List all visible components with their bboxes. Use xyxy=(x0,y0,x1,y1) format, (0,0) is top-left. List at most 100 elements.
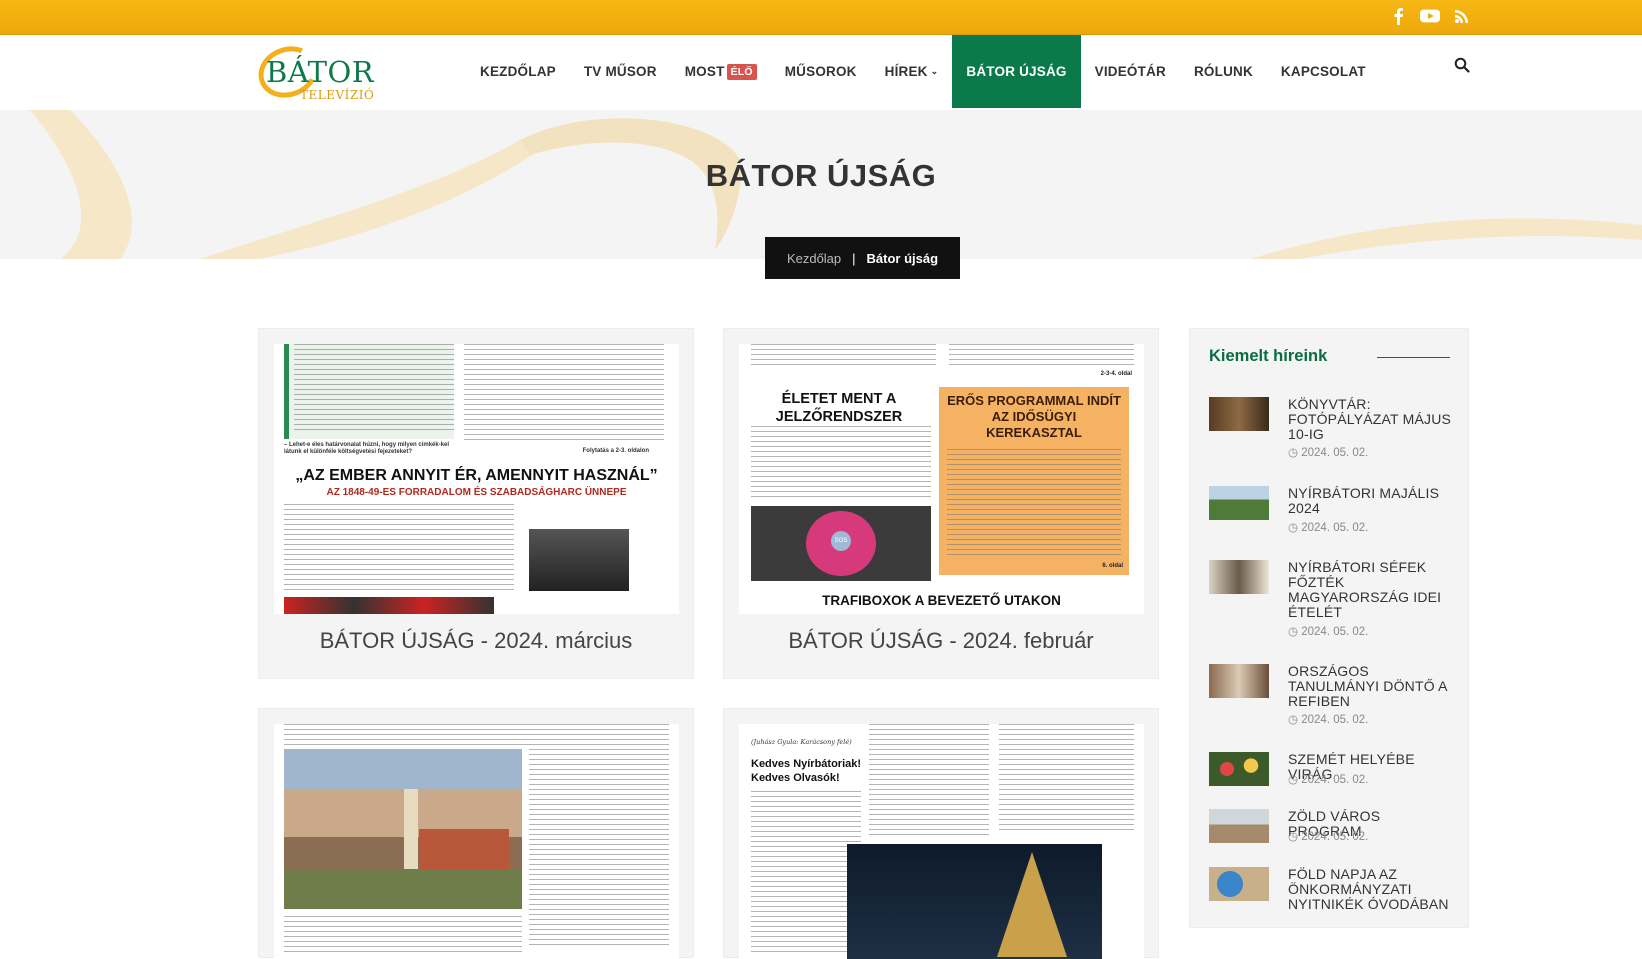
newspaper-cover-image: – Lehet-e éles határvonalat húzni, hogy … xyxy=(274,344,679,614)
logo-subtitle: TELEVÍZIÓ xyxy=(300,88,375,102)
news-item[interactable]: ZÖLD VÁROS PROGRAM ◷ 2024. 05. 02. xyxy=(1209,809,1454,844)
top-bar xyxy=(0,0,1642,35)
sidebar-title: Kiemelt híreink xyxy=(1209,347,1328,365)
cover-headline-left: ÉLETET MENT A JELZŐRENDSZER xyxy=(775,391,903,425)
menu: KEZDŐLAP TV MŰSOR MOST ÉLŐ MŰSOROK HÍREK ⌄… xyxy=(466,35,1380,110)
clock-icon: ◷ xyxy=(1288,831,1302,843)
menu-item-most-elo[interactable]: MOST ÉLŐ xyxy=(671,35,771,108)
news-thumbnail xyxy=(1209,752,1269,786)
news-item[interactable]: KÖNYVTÁR: FOTÓPÁLYÁZAT MÁJUS 10-IG ◷ 202… xyxy=(1209,397,1454,459)
news-thumbnail xyxy=(1209,809,1269,843)
cover-text-block xyxy=(947,449,1121,559)
christmas-tree xyxy=(997,852,1067,957)
menu-item-label: KEZDŐLAP xyxy=(480,64,556,79)
menu-item-musorok[interactable]: MŰSOROK xyxy=(771,35,871,108)
cover-text-block xyxy=(751,791,861,956)
menu-item-kapcsolat[interactable]: KAPCSOLAT xyxy=(1267,35,1380,108)
news-item[interactable]: FÖLD NAPJA AZ ÖNKORMÁNYZATI NYITNIKÉK ÓV… xyxy=(1209,867,1454,927)
cover-greeting-2: Kedves Olvasók! xyxy=(751,772,840,784)
news-thumbnail xyxy=(1209,486,1269,520)
news-date: ◷ 2024. 05. 02. xyxy=(1288,626,1369,638)
cover-text-block xyxy=(284,504,514,594)
menu-item-kezdolap[interactable]: KEZDŐLAP xyxy=(466,35,570,108)
menu-item-label: MŰSOROK xyxy=(784,64,857,79)
cover-page-ref: 2-3-4. oldal xyxy=(1100,371,1132,377)
news-item[interactable]: NYÍRBÁTORI MAJÁLIS 2024 ◷ 2024. 05. 02. xyxy=(1209,486,1454,534)
facebook-icon[interactable] xyxy=(1388,6,1408,26)
news-date: ◷ 2024. 05. 02. xyxy=(1288,522,1369,534)
menu-item-rolunk[interactable]: RÓLUNK xyxy=(1180,35,1267,108)
news-title[interactable]: KÖNYVTÁR: FOTÓPÁLYÁZAT MÁJUS 10-IG xyxy=(1288,397,1454,442)
news-date: ◷ 2024. 05. 02. xyxy=(1288,447,1369,459)
main-navigation: BÁTOR TELEVÍZIÓ KEZDŐLAP TV MŰSOR MOST ÉL… xyxy=(0,35,1642,110)
menu-item-label: MOST xyxy=(684,64,725,79)
cover-photo xyxy=(847,844,1102,959)
cover-text-block xyxy=(284,724,669,746)
page-title: BÁTOR ÚJSÁG xyxy=(705,158,937,193)
cover-photo xyxy=(529,529,629,591)
chevron-down-icon: ⌄ xyxy=(930,66,939,76)
menu-item-bator-ujsag[interactable]: BÁTOR ÚJSÁG xyxy=(952,35,1081,108)
cover-photo-strip xyxy=(284,597,494,614)
newspaper-card-4[interactable]: (Juhász Gyula: Karácsony felé) Kedves Ny… xyxy=(723,708,1159,959)
menu-item-label: BÁTOR ÚJSÁG xyxy=(966,64,1067,79)
search-icon[interactable] xyxy=(1454,57,1470,73)
news-title[interactable]: NYÍRBÁTORI SÉFEK FŐZTÉK MAGYARORSZÁG IDE… xyxy=(1288,560,1454,620)
breadcrumb: Kezdőlap | Bátor újság xyxy=(765,237,960,279)
cover-headline: „AZ EMBER ANNYIT ÉR, AMENNYIT HASZNÁL” xyxy=(295,467,658,484)
cover-text-block xyxy=(529,749,669,949)
news-item[interactable]: NYÍRBÁTORI SÉFEK FŐZTÉK MAGYARORSZÁG IDE… xyxy=(1209,560,1454,638)
newspaper-cover-image: (Juhász Gyula: Karácsony felé) Kedves Ny… xyxy=(739,724,1144,959)
cover-subheadline: AZ 1848-49-ES FORRADALOM ÉS SZABADSÁGHAR… xyxy=(326,487,627,498)
news-item[interactable]: ORSZÁGOS TANULMÁNYI DÖNTŐ A REFIBEN ◷ 20… xyxy=(1209,664,1454,726)
news-item[interactable]: SZEMÉT HELYÉBE VIRÁG ◷ 2024. 05. 02. xyxy=(1209,752,1454,787)
newspaper-card-title[interactable]: BÁTOR ÚJSÁG - 2024. március xyxy=(259,628,693,654)
news-date: ◷ 2024. 05. 02. xyxy=(1288,774,1369,786)
cover-text-block xyxy=(999,724,1134,834)
cover-greeting-1: Kedves Nyírbátoriak! xyxy=(751,758,862,770)
menu-item-tv-musor[interactable]: TV MŰSOR xyxy=(570,35,671,108)
menu-item-videotar[interactable]: VIDEÓTÁR xyxy=(1081,35,1180,108)
rss-icon[interactable] xyxy=(1452,6,1472,26)
breadcrumb-home-link[interactable]: Kezdőlap xyxy=(787,251,841,266)
cover-text-block xyxy=(751,344,936,369)
menu-item-hirek[interactable]: HÍREK ⌄ xyxy=(871,35,953,108)
newspaper-cover-image xyxy=(274,724,679,959)
clock-icon: ◷ xyxy=(1288,447,1302,459)
clock-icon: ◷ xyxy=(1288,774,1302,786)
news-thumbnail xyxy=(1209,664,1269,698)
news-date: ◷ 2024. 05. 02. xyxy=(1288,714,1369,726)
clock-icon: ◷ xyxy=(1288,626,1302,638)
site-logo[interactable]: BÁTOR TELEVÍZIÓ xyxy=(251,38,375,106)
cover-text-block xyxy=(294,344,454,434)
news-title[interactable]: FÖLD NAPJA AZ ÖNKORMÁNYZATI NYITNIKÉK ÓV… xyxy=(1288,867,1454,912)
cover-bottom-headline: TRAFIBOXOK A BEVEZETŐ UTAKON xyxy=(822,593,1061,608)
newspaper-card-february[interactable]: 2-3-4. oldal ÉLETET MENT A JELZŐRENDSZER… xyxy=(723,328,1159,679)
news-title[interactable]: ORSZÁGOS TANULMÁNYI DÖNTŐ A REFIBEN xyxy=(1288,664,1454,709)
newspaper-card-title[interactable]: BÁTOR ÚJSÁG - 2024. február xyxy=(724,628,1158,654)
cover-continue: Folytatás a 2-3. oldalon xyxy=(582,448,649,454)
breadcrumb-separator: | xyxy=(852,250,856,266)
newspaper-card-3[interactable] xyxy=(258,708,694,959)
featured-news-sidebar: Kiemelt híreink KÖNYVTÁR: FOTÓPÁLYÁZAT M… xyxy=(1189,328,1469,928)
news-thumbnail xyxy=(1209,397,1269,431)
youtube-icon[interactable] xyxy=(1420,6,1440,26)
live-badge: ÉLŐ xyxy=(726,63,757,80)
breadcrumb-current: Bátor újság xyxy=(866,250,939,266)
sidebar-title-rule xyxy=(1377,357,1450,358)
social-links xyxy=(1388,6,1472,26)
menu-item-label: HÍREK xyxy=(884,64,928,79)
newspaper-cover-image: 2-3-4. oldal ÉLETET MENT A JELZŐRENDSZER… xyxy=(739,344,1144,614)
menu-item-label: KAPCSOLAT xyxy=(1280,64,1366,79)
church-tower xyxy=(404,789,418,869)
menu-item-label: RÓLUNK xyxy=(1193,64,1253,79)
news-title[interactable]: NYÍRBÁTORI MAJÁLIS 2024 xyxy=(1288,486,1454,516)
cover-photo: SOS xyxy=(751,506,931,581)
cover-photo xyxy=(284,749,522,909)
logo-name: BÁTOR xyxy=(266,55,375,89)
cover-page-ref: 6. oldal xyxy=(1102,563,1123,569)
cover-quote-author: (Juhász Gyula: Karácsony felé) xyxy=(751,738,852,746)
news-date: ◷ 2024. 05. 02. xyxy=(1288,831,1369,843)
cover-highlight-box: ERŐS PROGRAMMAL INDÍT AZ IDŐSÜGYI KEREKA… xyxy=(939,387,1129,575)
newspaper-card-march[interactable]: – Lehet-e éles határvonalat húzni, hogy … xyxy=(258,328,694,679)
